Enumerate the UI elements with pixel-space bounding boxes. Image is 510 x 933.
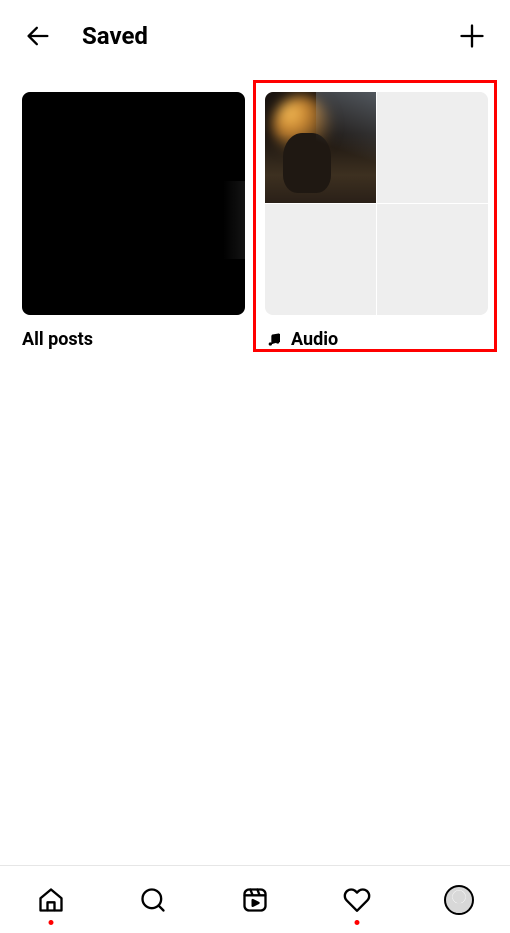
thumbnail-tile [265, 92, 376, 203]
heart-icon [343, 886, 371, 914]
thumbnail-tile-empty [377, 92, 488, 203]
collection-thumbnail [22, 92, 245, 315]
notification-dot [49, 920, 54, 925]
thumbnail-tile-empty [377, 204, 488, 315]
music-note-icon [265, 331, 283, 349]
notification-dot [355, 920, 360, 925]
reels-icon [241, 886, 269, 914]
collection-label-text: Audio [291, 329, 338, 350]
search-icon [139, 886, 167, 914]
plus-icon [458, 22, 486, 50]
collection-all-posts[interactable]: All posts [22, 92, 245, 350]
header: Saved [0, 0, 510, 72]
collection-label-text: All posts [22, 329, 93, 350]
collection-label: All posts [22, 329, 245, 350]
bottom-nav [0, 865, 510, 933]
collection-thumbnail [265, 92, 488, 315]
arrow-left-icon [24, 22, 52, 50]
collection-label: Audio [265, 329, 488, 350]
nav-profile[interactable] [439, 880, 479, 920]
add-button[interactable] [456, 20, 488, 52]
thumbnail-tile-empty [265, 204, 376, 315]
nav-home[interactable] [31, 880, 71, 920]
nav-search[interactable] [133, 880, 173, 920]
page-title: Saved [82, 22, 148, 50]
nav-reels[interactable] [235, 880, 275, 920]
header-left: Saved [22, 20, 148, 52]
avatar-icon [444, 885, 474, 915]
back-button[interactable] [22, 20, 54, 52]
home-icon [37, 886, 65, 914]
collection-audio[interactable]: Audio [265, 92, 488, 350]
collections-grid: All posts Audio [0, 72, 510, 370]
nav-activity[interactable] [337, 880, 377, 920]
